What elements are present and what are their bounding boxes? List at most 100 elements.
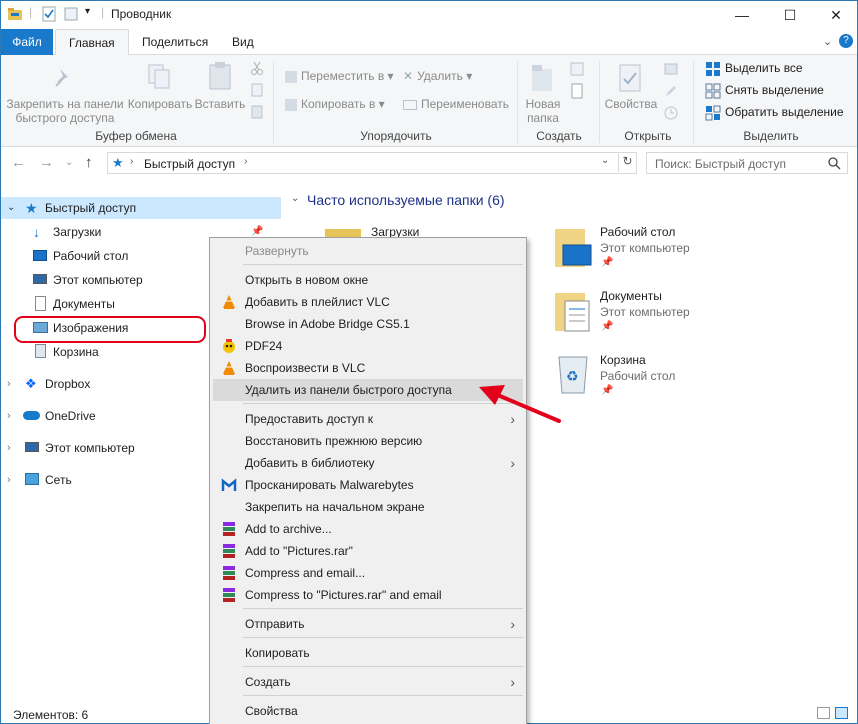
submenu-arrow-icon: › [510, 616, 515, 632]
expand-chevron-icon[interactable]: › [7, 437, 11, 459]
menu-item-label: Добавить в библиотеку [245, 456, 375, 470]
menu-item-label: PDF24 [245, 339, 283, 353]
paste-shortcut-icon[interactable] [250, 105, 264, 119]
section-title: Часто используемые папки (6) [307, 192, 505, 208]
ribbon: Закрепить на панели быстрого доступа Коп… [1, 55, 857, 147]
menu-item-expand[interactable]: Развернуть [213, 240, 523, 262]
folder-name: Рабочий стол [600, 225, 676, 239]
expand-chevron-icon[interactable]: ⌄ [7, 197, 15, 219]
minimize-button[interactable]: — [719, 1, 765, 29]
menu-item-pdf24[interactable]: PDF24 [213, 335, 523, 357]
forward-arrow-icon[interactable]: → [39, 154, 54, 171]
new-folder-qat-icon[interactable] [63, 6, 79, 22]
breadcrumb-chevron-icon[interactable]: › [244, 156, 247, 167]
menu-item-label: Compress to "Pictures.rar" and email [245, 588, 442, 602]
copy-path-icon[interactable] [250, 83, 264, 97]
menu-item-compress-email[interactable]: Compress and email... [213, 562, 523, 584]
group-clipboard-label: Буфер обмена [95, 129, 177, 143]
menu-item-send-to[interactable]: Отправить › [213, 613, 523, 635]
nav-item-label: Загрузки [53, 225, 102, 239]
menu-item-pin-start[interactable]: Закрепить на начальном экране [213, 496, 523, 518]
select-all-icon [706, 62, 720, 76]
menu-item-label: Предоставить доступ к [245, 412, 373, 426]
ribbon-collapse-icon[interactable]: ⌄ [823, 35, 832, 48]
search-placeholder: Поиск: Быстрый доступ [655, 157, 787, 171]
pin-icon [55, 69, 68, 87]
close-button[interactable]: ✕ [813, 1, 858, 29]
menu-item-add-archive[interactable]: Add to archive... [213, 518, 523, 540]
nav-quick-access[interactable]: ⌄ ★ Быстрый доступ [1, 197, 281, 219]
copy-to-button[interactable]: Копировать в ▾ [285, 97, 385, 111]
select-none-button[interactable]: Снять выделение [705, 83, 824, 99]
new-item-icon[interactable] [569, 61, 585, 77]
breadcrumb-chevron-icon[interactable]: › [130, 156, 133, 167]
nav-item-label: Корзина [53, 345, 99, 359]
menu-item-label: Просканировать Malwarebytes [245, 478, 414, 492]
menu-item-label: Открыть в новом окне [245, 273, 369, 287]
properties-button[interactable]: Свойства [603, 97, 659, 111]
menu-item-label: Развернуть [245, 244, 309, 258]
address-bar[interactable]: ★ › Быстрый доступ › ⌄ ↻ [107, 152, 637, 174]
tab-share[interactable]: Поделиться [129, 29, 221, 55]
menu-item-label: Compress and email... [245, 566, 366, 580]
back-arrow-icon[interactable]: ← [11, 154, 26, 171]
ribbon-separator [273, 61, 274, 143]
delete-icon: ✕ [403, 69, 414, 83]
menu-item-vlc-playlist[interactable]: Добавить в плейлист VLC [213, 291, 523, 313]
pin-icon: 📌 [601, 257, 614, 268]
expand-chevron-icon[interactable]: › [7, 373, 11, 395]
menu-item-new[interactable]: Создать › [213, 671, 523, 693]
menu-item-label: Копировать [245, 646, 310, 660]
new-folder-button[interactable]: Новая папка [521, 97, 565, 125]
properties-qat-icon[interactable] [41, 6, 57, 22]
vlc-icon [223, 361, 235, 375]
tab-view[interactable]: Вид [219, 29, 267, 55]
folder-app-icon [8, 8, 22, 20]
recent-locations-icon[interactable]: ⌄ [65, 157, 73, 168]
menu-item-adobe-bridge[interactable]: Browse in Adobe Bridge CS5.1 [213, 313, 523, 335]
menu-item-properties[interactable]: Свойства [213, 700, 523, 722]
invert-selection-button[interactable]: Обратить выделение [705, 105, 844, 121]
qat-dropdown-icon[interactable]: ▾ [85, 6, 90, 17]
menu-item-add-to-library[interactable]: Добавить в библиотеку › [213, 452, 523, 474]
expand-chevron-icon[interactable]: › [7, 405, 11, 427]
search-input[interactable]: Поиск: Быстрый доступ [646, 152, 848, 174]
menu-item-label: Закрепить на начальном экране [245, 500, 425, 514]
open-icon[interactable] [663, 61, 679, 77]
recycle-bin-icon [35, 344, 46, 358]
pin-quick-access-button[interactable]: Закрепить на панели быстрого доступа [5, 97, 125, 125]
select-all-button[interactable]: Выделить все [705, 61, 803, 77]
address-dropdown-icon[interactable]: ⌄ [601, 155, 609, 166]
title-separator: | [101, 5, 105, 19]
up-arrow-icon[interactable]: ↑ [85, 154, 93, 171]
history-icon[interactable] [663, 105, 679, 121]
paste-button[interactable]: Вставить [193, 97, 247, 111]
rename-button[interactable]: Переименовать [403, 97, 509, 111]
maximize-button[interactable]: ☐ [767, 1, 813, 29]
collapse-chevron-icon[interactable]: ⌄ [291, 193, 299, 204]
nav-root-label: OneDrive [45, 409, 96, 423]
breadcrumb[interactable]: Быстрый доступ [144, 157, 235, 171]
menu-item-label: Свойства [245, 704, 298, 718]
cut-icon[interactable] [250, 61, 264, 75]
menu-item-malwarebytes[interactable]: Просканировать Malwarebytes [213, 474, 523, 496]
move-to-button[interactable]: Переместить в ▾ [285, 69, 394, 83]
tab-file[interactable]: Файл [1, 29, 53, 55]
help-icon[interactable]: ? [839, 34, 853, 48]
edit-icon[interactable] [663, 83, 679, 99]
winrar-icon [223, 544, 235, 558]
copy-button[interactable]: Копировать [127, 97, 193, 111]
delete-button[interactable]: ✕ Удалить ▾ [403, 69, 472, 83]
details-view-icon[interactable] [817, 707, 830, 719]
menu-item-add-pictures-rar[interactable]: Add to "Pictures.rar" [213, 540, 523, 562]
menu-item-copy[interactable]: Копировать [213, 642, 523, 664]
easy-access-icon[interactable] [569, 83, 585, 99]
refresh-icon[interactable]: ↻ [618, 154, 636, 172]
expand-chevron-icon[interactable]: › [7, 469, 11, 491]
menu-item-label: Восстановить прежнюю версию [245, 434, 423, 448]
menu-item-restore-version[interactable]: Восстановить прежнюю версию [213, 430, 523, 452]
tab-home[interactable]: Главная [55, 29, 129, 56]
menu-item-open-new-window[interactable]: Открыть в новом окне [213, 269, 523, 291]
tiles-view-icon[interactable] [835, 707, 848, 719]
menu-item-compress-rar-email[interactable]: Compress to "Pictures.rar" and email [213, 584, 523, 606]
